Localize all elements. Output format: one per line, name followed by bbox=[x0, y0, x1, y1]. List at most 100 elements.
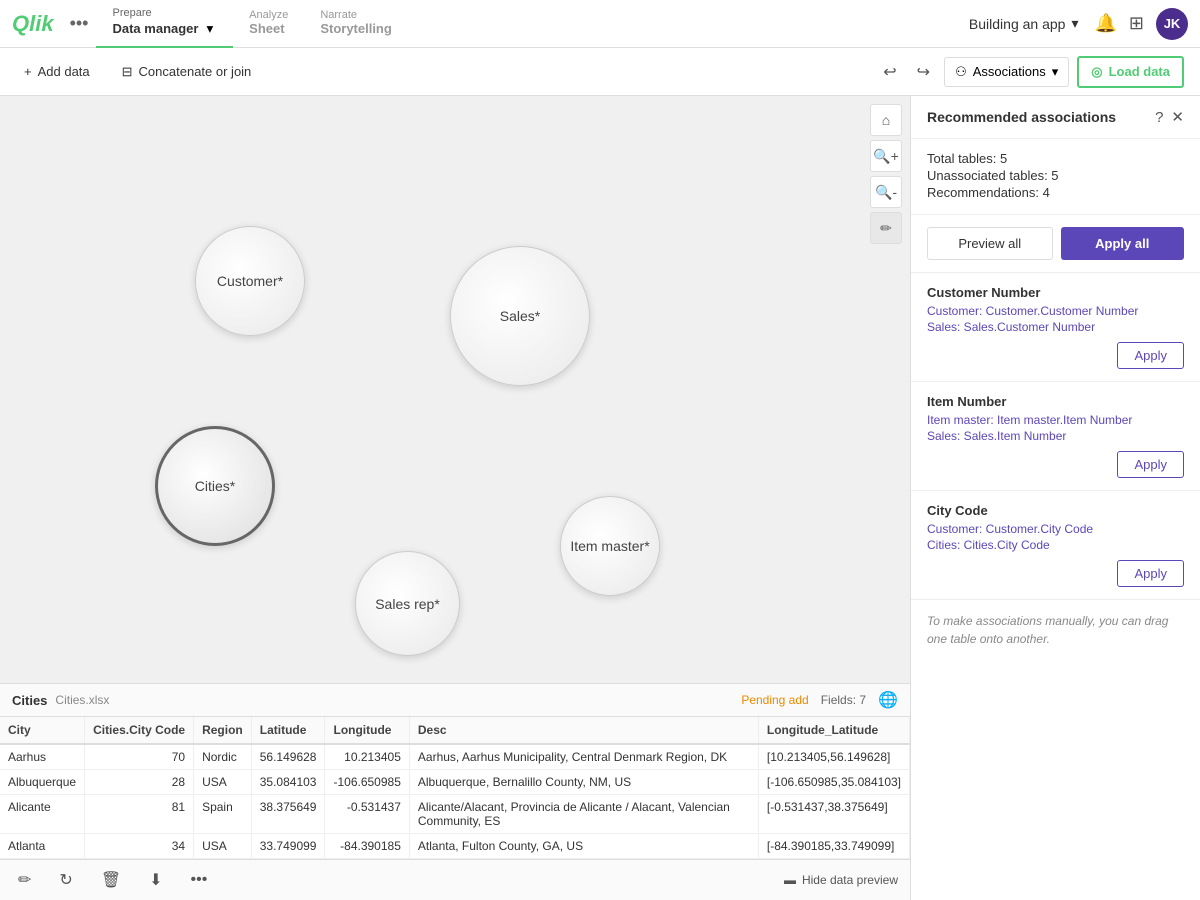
right-panel-help-button[interactable]: ? bbox=[1155, 108, 1163, 126]
col-region: Region bbox=[194, 717, 252, 744]
nav-analyze[interactable]: Analyze Sheet bbox=[233, 0, 304, 48]
cell-city-code: 70 bbox=[85, 744, 194, 770]
col-longitude: Longitude bbox=[325, 717, 409, 744]
table-name-label: Cities bbox=[12, 693, 47, 708]
table-file-label: Cities.xlsx bbox=[55, 693, 109, 707]
filter-tool-button[interactable]: ⬇ bbox=[143, 866, 168, 894]
nav-prepare-main: Data manager bbox=[112, 21, 198, 36]
apply-button-item-number[interactable]: Apply bbox=[1117, 451, 1184, 478]
table-node-sales-rep-label: Sales rep* bbox=[375, 596, 440, 612]
concat-join-label: Concatenate or join bbox=[139, 64, 252, 79]
cell-city: Alicante bbox=[0, 795, 85, 834]
col-city: City bbox=[0, 717, 85, 744]
bottom-panel-meta: Pending add Fields: 7 🌐 bbox=[741, 690, 898, 710]
redo-button[interactable]: ↪ bbox=[911, 58, 936, 86]
rec-detail-item-2: Sales: Sales.Item Number bbox=[927, 429, 1184, 443]
associations-chevron: ▾ bbox=[1052, 64, 1059, 80]
nav-analyze-main: Sheet bbox=[249, 21, 288, 36]
apply-all-button[interactable]: Apply all bbox=[1061, 227, 1185, 260]
bottom-toolbar: ✏ ↻ 🗑 ⬇ ••• ▬ Hide data preview bbox=[0, 859, 910, 900]
main-layout: Customer* Sales* Cities* Item master* Sa… bbox=[0, 96, 1200, 900]
rec-detail-city-1: Customer: Customer.City Code bbox=[927, 522, 1184, 536]
load-data-circle-icon: ◎ bbox=[1091, 64, 1102, 80]
canvas-wrapper: Customer* Sales* Cities* Item master* Sa… bbox=[0, 96, 910, 900]
bottom-panel-header: Cities Cities.xlsx Pending add Fields: 7… bbox=[0, 684, 910, 717]
stat-unassociated: Unassociated tables: 5 bbox=[927, 168, 1184, 183]
qlik-menu-button[interactable]: ••• bbox=[62, 9, 97, 38]
nav-prepare-dropdown[interactable]: ▾ bbox=[202, 19, 217, 39]
cell-long-lat: [-106.650985,35.084103] bbox=[758, 770, 909, 795]
nav-prepare-top: Prepare bbox=[112, 7, 217, 19]
delete-tool-button[interactable]: 🗑 bbox=[95, 866, 127, 894]
refresh-tool-button[interactable]: ↻ bbox=[53, 866, 78, 894]
right-panel-header: Recommended associations ? ✕ bbox=[911, 96, 1200, 139]
load-data-button[interactable]: ◎ Load data bbox=[1077, 56, 1184, 88]
nav-prepare[interactable]: Prepare Data manager ▾ bbox=[96, 0, 233, 48]
cell-longitude: -0.531437 bbox=[325, 795, 409, 834]
cell-city: Atlanta bbox=[0, 834, 85, 859]
right-panel-icons: ? ✕ bbox=[1155, 108, 1184, 126]
undo-button[interactable]: ↩ bbox=[877, 58, 902, 86]
more-tool-button[interactable]: ••• bbox=[185, 867, 214, 893]
col-long-lat: Longitude_Latitude bbox=[758, 717, 909, 744]
table-node-item-master-label: Item master* bbox=[570, 538, 649, 554]
table-row: Aarhus 70 Nordic 56.149628 10.213405 Aar… bbox=[0, 744, 910, 770]
load-data-label: Load data bbox=[1109, 64, 1170, 79]
cell-city: Albuquerque bbox=[0, 770, 85, 795]
add-data-button[interactable]: + Add data bbox=[16, 58, 98, 85]
cell-latitude: 33.749099 bbox=[251, 834, 325, 859]
cell-city-code: 34 bbox=[85, 834, 194, 859]
rec-title-customer-number: Customer Number bbox=[927, 285, 1184, 300]
bottom-data-panel: Cities Cities.xlsx Pending add Fields: 7… bbox=[0, 683, 910, 900]
nav-narrate[interactable]: Narrate Storytelling bbox=[304, 0, 408, 48]
cell-region: Nordic bbox=[194, 744, 252, 770]
zoom-out-button[interactable]: 🔍- bbox=[870, 176, 902, 208]
col-city-code: Cities.City Code bbox=[85, 717, 194, 744]
cell-region: USA bbox=[194, 834, 252, 859]
cell-long-lat: [10.213405,56.149628] bbox=[758, 744, 909, 770]
concat-icon: ⊟ bbox=[122, 64, 133, 80]
table-node-customer[interactable]: Customer* bbox=[195, 226, 305, 336]
right-panel-footer: To make associations manually, you can d… bbox=[911, 600, 1200, 660]
cell-latitude: 38.375649 bbox=[251, 795, 325, 834]
cell-desc: Atlanta, Fulton County, GA, US bbox=[409, 834, 758, 859]
cell-city: Aarhus bbox=[0, 744, 85, 770]
col-latitude: Latitude bbox=[251, 717, 325, 744]
concatenate-join-button[interactable]: ⊟ Concatenate or join bbox=[114, 58, 260, 86]
rec-detail-item-1: Item master: Item master.Item Number bbox=[927, 413, 1184, 427]
cell-region: USA bbox=[194, 770, 252, 795]
right-panel-close-button[interactable]: ✕ bbox=[1171, 108, 1184, 126]
stat-total-tables: Total tables: 5 bbox=[927, 151, 1184, 166]
notification-button[interactable]: 🔔 bbox=[1094, 13, 1116, 34]
stat-recommendations: Recommendations: 4 bbox=[927, 185, 1184, 200]
table-node-cities-label: Cities* bbox=[195, 478, 235, 494]
user-avatar[interactable]: JK bbox=[1156, 8, 1188, 40]
associations-button[interactable]: ⚇ Associations ▾ bbox=[944, 57, 1069, 87]
hide-preview-label: Hide data preview bbox=[802, 873, 898, 887]
rec-title-item-number: Item Number bbox=[927, 394, 1184, 409]
table-row: Alicante 81 Spain 38.375649 -0.531437 Al… bbox=[0, 795, 910, 834]
toolbar-right: ↩ ↪ ⚇ Associations ▾ ◎ Load data bbox=[877, 56, 1184, 88]
rec-detail-customer-2: Sales: Sales.Customer Number bbox=[927, 320, 1184, 334]
table-node-sales-rep[interactable]: Sales rep* bbox=[355, 551, 460, 656]
hide-preview-button[interactable]: ▬ Hide data preview bbox=[784, 873, 898, 887]
add-data-label: Add data bbox=[38, 64, 90, 79]
rec-detail-city-2: Cities: Cities.City Code bbox=[927, 538, 1184, 552]
grid-button[interactable]: ⊞ bbox=[1129, 13, 1144, 34]
table-node-sales[interactable]: Sales* bbox=[450, 246, 590, 386]
pencil-tool-button[interactable]: ✏ bbox=[870, 212, 902, 244]
app-title-text: Building an app bbox=[969, 16, 1066, 32]
apply-button-customer-number[interactable]: Apply bbox=[1117, 342, 1184, 369]
table-node-item-master[interactable]: Item master* bbox=[560, 496, 660, 596]
edit-tool-button[interactable]: ✏ bbox=[12, 866, 37, 894]
zoom-in-button[interactable]: 🔍+ bbox=[870, 140, 902, 172]
cell-region: Spain bbox=[194, 795, 252, 834]
nav-narrate-main: Storytelling bbox=[320, 21, 392, 36]
preview-all-button[interactable]: Preview all bbox=[927, 227, 1053, 260]
app-title[interactable]: Building an app ▾ bbox=[969, 15, 1079, 32]
cell-longitude: -106.650985 bbox=[325, 770, 409, 795]
table-node-cities[interactable]: Cities* bbox=[155, 426, 275, 546]
apply-button-city-code[interactable]: Apply bbox=[1117, 560, 1184, 587]
table-node-sales-label: Sales* bbox=[500, 308, 540, 324]
home-canvas-button[interactable]: ⌂ bbox=[870, 104, 902, 136]
